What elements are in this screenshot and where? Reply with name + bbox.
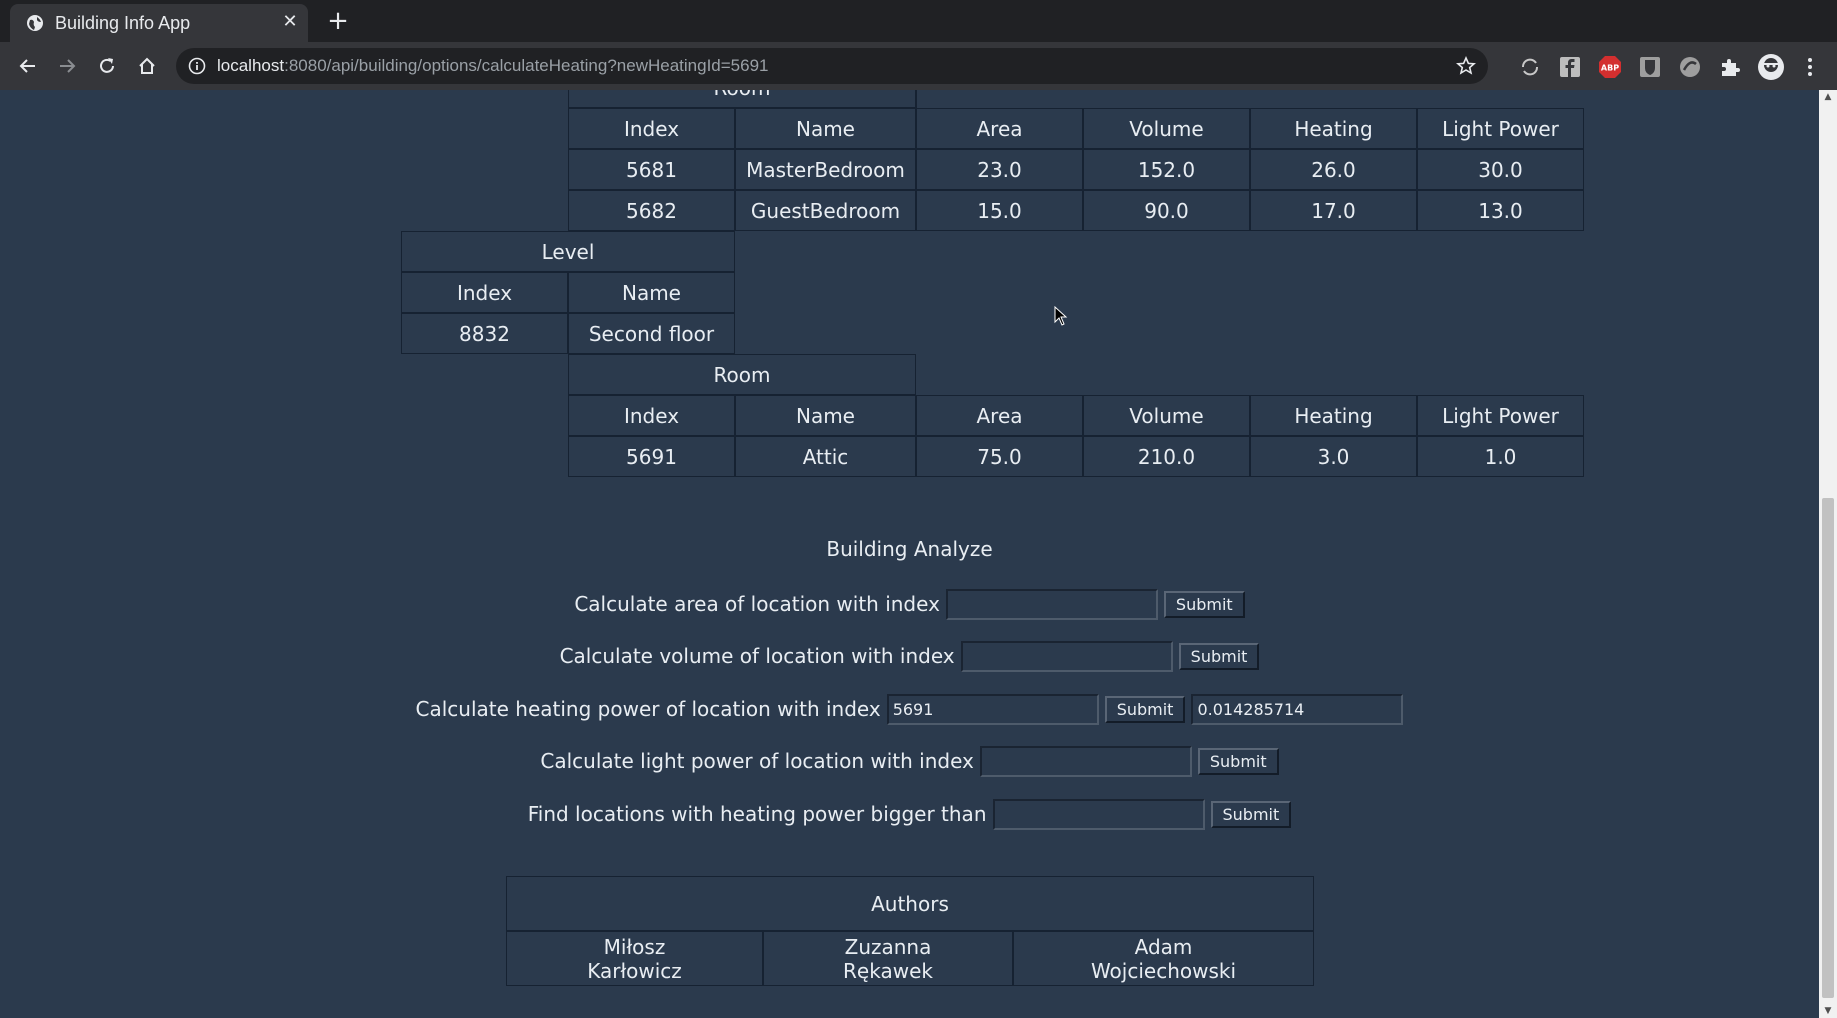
tab-title: Building Info App bbox=[55, 13, 191, 33]
table-cell: 8832 bbox=[401, 313, 568, 354]
table-cell: 152.0 bbox=[1083, 149, 1250, 190]
table-header: Index bbox=[401, 272, 568, 313]
table-header: Name bbox=[568, 272, 735, 313]
author-name: Miłosz Karłowicz bbox=[506, 931, 763, 986]
heating-threshold-input[interactable] bbox=[992, 798, 1205, 830]
table-title: Room bbox=[568, 354, 916, 395]
form-label: Find locations with heating power bigger… bbox=[527, 802, 987, 826]
volume-form: Calculate volume of location with index … bbox=[0, 638, 1819, 674]
table-header: Heating bbox=[1250, 108, 1417, 149]
table-cell: MasterBedroom bbox=[735, 149, 916, 190]
heating-form: Calculate heating power of location with… bbox=[0, 691, 1819, 727]
table-cell: 3.0 bbox=[1250, 436, 1417, 477]
table-spacer bbox=[916, 90, 1584, 108]
bookmark-star-icon[interactable] bbox=[1456, 56, 1476, 76]
mouse-cursor-icon bbox=[1054, 306, 1068, 326]
table-cell: 30.0 bbox=[1417, 149, 1584, 190]
profile-avatar-icon[interactable] bbox=[1757, 53, 1785, 81]
table-cell: 210.0 bbox=[1083, 436, 1250, 477]
facebook-icon[interactable] bbox=[1558, 55, 1582, 79]
table-header: Volume bbox=[1083, 395, 1250, 436]
author-name: Zuzanna Rękawek bbox=[763, 931, 1013, 986]
url-text[interactable]: localhost:8080/api/building/options/calc… bbox=[217, 56, 769, 76]
page-content: Room Index Name Area Volume Heating Ligh… bbox=[0, 90, 1819, 1018]
table-header: Name bbox=[735, 108, 916, 149]
table-header: Area bbox=[916, 108, 1083, 149]
table-header: Volume bbox=[1083, 108, 1250, 149]
table-header: Light Power bbox=[1417, 108, 1584, 149]
volume-index-input[interactable] bbox=[960, 640, 1173, 672]
globe-icon bbox=[27, 15, 43, 31]
table-header: Index bbox=[568, 395, 735, 436]
vpn-icon[interactable] bbox=[1678, 55, 1702, 79]
form-label: Calculate area of location with index bbox=[574, 592, 940, 616]
volume-submit-button[interactable]: Submit bbox=[1178, 642, 1260, 670]
table-cell: 90.0 bbox=[1083, 190, 1250, 231]
table-cell: 23.0 bbox=[916, 149, 1083, 190]
svg-text:ABP: ABP bbox=[1601, 64, 1619, 73]
table-cell: GuestBedroom bbox=[735, 190, 916, 231]
sync-icon[interactable] bbox=[1518, 55, 1542, 79]
address-bar[interactable]: localhost:8080/api/building/options/calc… bbox=[176, 48, 1488, 84]
table-header: Name bbox=[735, 395, 916, 436]
heating-index-input[interactable] bbox=[886, 693, 1099, 725]
new-tab-icon[interactable]: + bbox=[324, 7, 352, 35]
area-index-input[interactable] bbox=[945, 588, 1158, 620]
building-analyze-title: Building Analyze bbox=[826, 537, 993, 561]
scroll-down-icon[interactable]: ▼ bbox=[1819, 1004, 1837, 1018]
adblock-plus-icon[interactable]: ABP bbox=[1598, 55, 1622, 79]
authors-title: Authors bbox=[506, 876, 1314, 931]
table-cell: Second floor bbox=[568, 313, 735, 354]
heating-threshold-form: Find locations with heating power bigger… bbox=[0, 796, 1819, 832]
table-cell: 15.0 bbox=[916, 190, 1083, 231]
heating-result-field[interactable] bbox=[1191, 693, 1404, 725]
table-cell: 5691 bbox=[568, 436, 735, 477]
light-form: Calculate light power of location with i… bbox=[0, 743, 1819, 779]
info-icon[interactable] bbox=[188, 57, 206, 75]
table-cell: 17.0 bbox=[1250, 190, 1417, 231]
table-header: Area bbox=[916, 395, 1083, 436]
author-name: Adam Wojciechowski bbox=[1013, 931, 1314, 986]
table-cell: 75.0 bbox=[916, 436, 1083, 477]
kebab-menu-icon[interactable] bbox=[1800, 55, 1820, 79]
forward-icon[interactable] bbox=[53, 52, 81, 80]
puzzle-icon[interactable] bbox=[1718, 55, 1742, 79]
form-label: Calculate heating power of location with… bbox=[415, 697, 881, 721]
table-title: Level bbox=[401, 231, 735, 272]
form-label: Calculate volume of location with index bbox=[559, 644, 955, 668]
table-header: Light Power bbox=[1417, 395, 1584, 436]
bitwarden-icon[interactable] bbox=[1638, 55, 1662, 79]
table-cell: 1.0 bbox=[1417, 436, 1584, 477]
table-title: Room bbox=[568, 90, 916, 108]
page-scrollbar[interactable]: ▲ ▼ bbox=[1819, 90, 1837, 1018]
close-tab-icon[interactable]: ✕ bbox=[278, 10, 302, 34]
table-cell: 5681 bbox=[568, 149, 735, 190]
light-index-input[interactable] bbox=[979, 745, 1192, 777]
home-icon[interactable] bbox=[133, 52, 161, 80]
table-cell: 13.0 bbox=[1417, 190, 1584, 231]
area-submit-button[interactable]: Submit bbox=[1163, 590, 1245, 618]
table-header: Index bbox=[568, 108, 735, 149]
form-label: Calculate light power of location with i… bbox=[540, 749, 974, 773]
table-cell: 5682 bbox=[568, 190, 735, 231]
light-submit-button[interactable]: Submit bbox=[1197, 747, 1279, 775]
reload-icon[interactable] bbox=[93, 52, 121, 80]
scroll-up-icon[interactable]: ▲ bbox=[1819, 90, 1837, 104]
back-icon[interactable] bbox=[14, 52, 42, 80]
browser-tab-bar: Building Info App ✕ + bbox=[0, 0, 1837, 42]
area-form: Calculate area of location with index Su… bbox=[0, 586, 1819, 622]
heating-submit-button[interactable]: Submit bbox=[1104, 695, 1186, 723]
scrollbar-thumb[interactable] bbox=[1822, 498, 1834, 998]
table-header: Heating bbox=[1250, 395, 1417, 436]
browser-tab[interactable]: Building Info App ✕ bbox=[10, 4, 308, 42]
heating-threshold-submit-button[interactable]: Submit bbox=[1210, 800, 1292, 828]
table-cell: 26.0 bbox=[1250, 149, 1417, 190]
table-cell: Attic bbox=[735, 436, 916, 477]
